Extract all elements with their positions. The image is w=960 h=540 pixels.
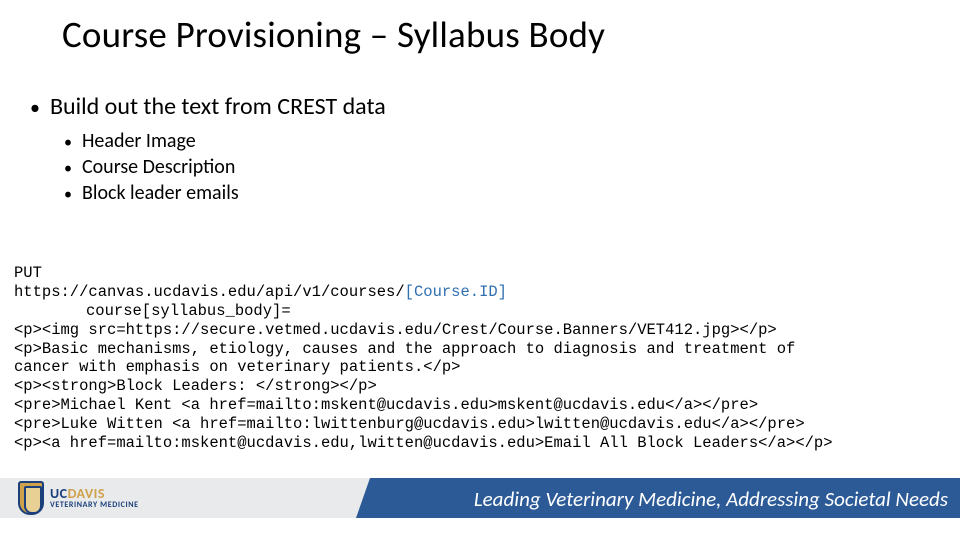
logo-wordmark: UCDAVIS [50,487,139,501]
code-url-param: [Course.ID] [405,283,507,301]
bullet-main: • Build out the text from CREST data [30,92,920,121]
bullet-main-text: Build out the text from CREST data [50,92,386,121]
code-line: <p>Basic mechanisms, etiology, causes an… [14,340,795,358]
logo-subtext: VETERINARY MEDICINE [50,501,139,509]
code-line: <p><img src=https://secure.vetmed.ucdavi… [14,321,777,339]
code-line: <pre>Luke Witten <a href=mailto:lwittenb… [14,415,805,433]
bullet-dot-icon: • [64,159,72,179]
sub-bullets: • Header Image • Course Description • Bl… [64,129,920,205]
footer-tagline: Leading Veterinary Medicine, Addressing … [474,486,948,512]
slide-body: • Build out the text from CREST data • H… [30,92,920,207]
code-line: cancer with emphasis on veterinary patie… [14,358,460,376]
logo: UCDAVIS VETERINARY MEDICINE [18,478,139,518]
slide: Course Provisioning – Syllabus Body • Bu… [0,0,960,540]
code-url-prefix: https://canvas.ucdavis.edu/api/v1/course… [14,283,405,301]
code-line: <p><strong>Block Leaders: </strong></p> [14,377,377,395]
bullet-dot-icon: • [64,185,72,205]
bullet-dot-icon: • [30,96,40,120]
bullet-sub-text: Header Image [82,129,196,153]
code-url-line: https://canvas.ucdavis.edu/api/v1/course… [14,283,507,301]
bullet-sub: • Course Description [64,155,920,179]
code-body-key: course[syllabus_body]= [14,302,291,321]
bullet-sub: • Block leader emails [64,181,920,205]
shield-icon [18,481,44,515]
code-line: <pre>Michael Kent <a href=mailto:mskent@… [14,396,758,414]
bullet-dot-icon: • [64,133,72,153]
bullet-sub-text: Block leader emails [82,181,239,205]
slide-title: Course Provisioning – Syllabus Body [62,12,605,57]
footer-bar-edge [356,478,370,518]
bullet-sub-text: Course Description [82,155,235,179]
code-block: PUT https://canvas.ucdavis.edu/api/v1/co… [14,245,946,453]
bullet-sub: • Header Image [64,129,920,153]
logo-text: UCDAVIS VETERINARY MEDICINE [50,487,139,509]
code-line: <p><a href=mailto:mskent@ucdavis.edu,lwi… [14,434,833,452]
code-method: PUT [14,264,42,282]
